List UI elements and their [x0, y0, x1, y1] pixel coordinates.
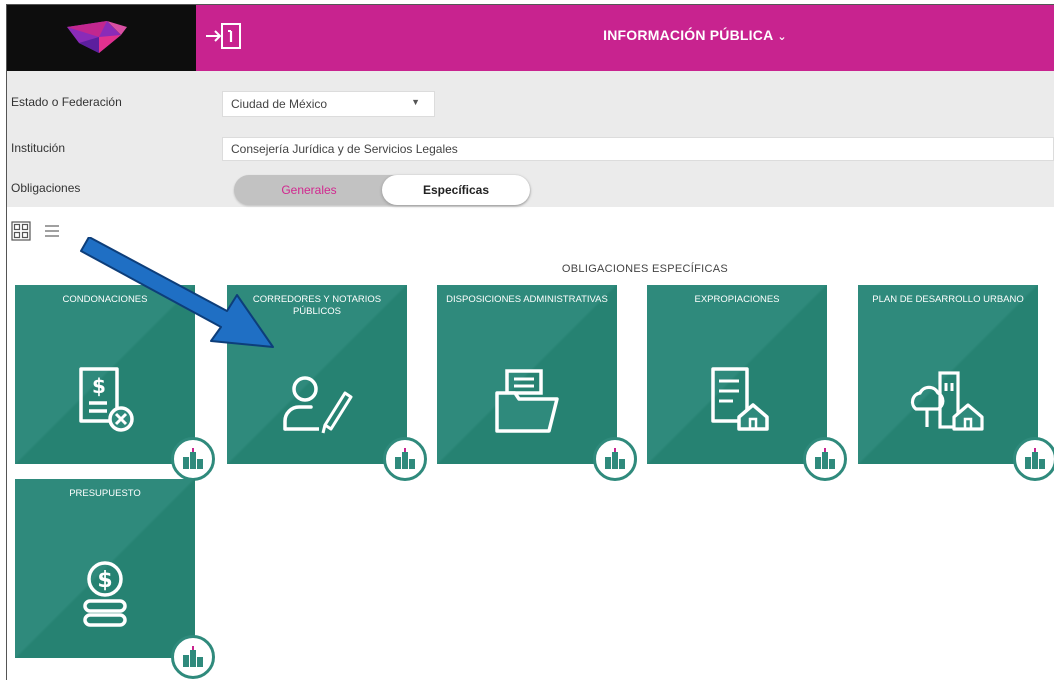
institucion-field[interactable]: Consejería Jurídica y de Servicios Legal… [222, 137, 1054, 161]
tile-title: CORREDORES Y NOTARIOS PÚBLICOS [252, 294, 382, 317]
toggle-especificas[interactable]: Específicas [382, 175, 530, 205]
section-title: OBLIGACIONES ESPECÍFICAS [561, 263, 729, 275]
obligaciones-row: Obligaciones Generales Específicas [7, 175, 1054, 205]
folder-icon [495, 369, 559, 433]
tile-plan-desarrollo-urbano[interactable]: PLAN DE DESARROLLO URBANO [858, 285, 1038, 464]
tile-disposiciones-administrativas[interactable]: DISPOSICIONES ADMINISTRATIVAS [437, 285, 617, 464]
svg-text:$: $ [92, 374, 106, 398]
logo[interactable] [7, 5, 196, 71]
coin-stack-icon: $ [83, 561, 127, 627]
city-buildings-icon [593, 437, 637, 481]
city-buildings-icon [1013, 437, 1054, 481]
estado-row: Estado o Federación Ciudad de México ▼ [7, 89, 1054, 117]
tile-expropiaciones[interactable]: EXPROPIACIONES [647, 285, 827, 464]
estado-select[interactable]: Ciudad de México ▼ [222, 91, 435, 117]
estado-value: Ciudad de México [231, 97, 328, 111]
obligaciones-toggle: Generales Específicas [234, 175, 530, 205]
city-buildings-icon [803, 437, 847, 481]
tile-condonaciones[interactable]: CONDONACIONES $ [15, 285, 195, 464]
obligaciones-label: Obligaciones [11, 181, 81, 195]
tile-title: PLAN DE DESARROLLO URBANO [872, 294, 1024, 305]
institucion-value: Consejería Jurídica y de Servicios Legal… [231, 142, 458, 156]
city-buildings-icon [383, 437, 427, 481]
logo-icon [67, 21, 127, 53]
city-buildings-icon [171, 437, 215, 481]
tile-title: CONDONACIONES [62, 294, 148, 305]
person-pen-icon [283, 376, 353, 434]
tile-title: PRESUPUESTO [69, 488, 141, 499]
top-bar: INFORMACIÓN PÚBLICA ⌄ [196, 5, 1054, 71]
tree-building-house-icon [910, 371, 984, 431]
document-money-cancel-icon: $ [79, 367, 134, 432]
city-buildings-icon [171, 635, 215, 679]
institucion-row: Institución Consejería Jurídica y de Ser… [7, 137, 1054, 165]
grid-view-icon[interactable] [11, 221, 31, 241]
list-view-icon[interactable] [43, 222, 61, 240]
tile-title: EXPROPIACIONES [694, 294, 780, 305]
tile-presupuesto[interactable]: PRESUPUESTO $ [15, 479, 195, 658]
header: INFORMACIÓN PÚBLICA ⌄ [7, 5, 1054, 71]
view-switcher [11, 221, 69, 241]
caret-down-icon: ▼ [411, 97, 420, 107]
page-title-text: INFORMACIÓN PÚBLICA [603, 27, 774, 43]
svg-text:$: $ [97, 568, 112, 593]
toggle-generales[interactable]: Generales [234, 175, 384, 205]
tile-title: DISPOSICIONES ADMINISTRATIVAS [446, 294, 608, 305]
app-frame: INFORMACIÓN PÚBLICA ⌄ Estado o Federación… [6, 4, 1054, 680]
page-title[interactable]: INFORMACIÓN PÚBLICA ⌄ [196, 27, 1054, 43]
chevron-down-icon: ⌄ [777, 31, 787, 43]
filters-panel: Estado o Federación Ciudad de México ▼ I… [7, 71, 1054, 207]
institucion-label: Institución [11, 141, 66, 155]
list-house-icon [711, 367, 769, 431]
estado-label: Estado o Federación [11, 95, 122, 109]
tile-corredores-notarios[interactable]: CORREDORES Y NOTARIOS PÚBLICOS [227, 285, 407, 464]
